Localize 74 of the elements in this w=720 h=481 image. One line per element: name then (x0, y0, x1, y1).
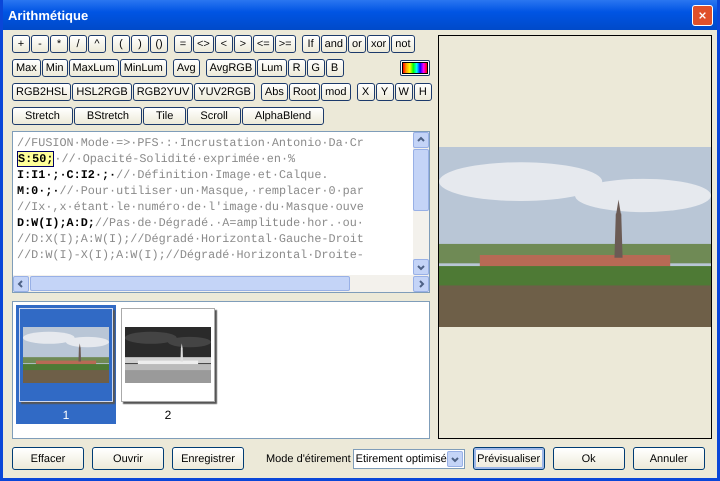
code-line: //Ix·,x·étant·le·numéro·de·l'image·du·Masque·ouve (17, 199, 365, 215)
operator-button[interactable]: Tile (143, 107, 186, 125)
operator-button[interactable]: W (394, 83, 413, 101)
operator-button[interactable]: Max (12, 59, 41, 77)
operator-button[interactable]: BStretch (74, 107, 142, 125)
action-button[interactable]: Enregistrer (172, 447, 244, 470)
formula-editor[interactable] (12, 131, 430, 293)
operator-button[interactable]: not (391, 35, 415, 53)
operator-button[interactable]: / (69, 35, 87, 53)
operator-button[interactable]: B (326, 59, 344, 77)
scrollbar-thumb[interactable] (413, 149, 429, 211)
operator-button[interactable]: RGB2HSL (12, 83, 72, 101)
operator-button[interactable]: Root (288, 83, 320, 101)
operator-button[interactable]: R (288, 59, 306, 77)
code-line: M:0·;·//·Pour·utiliser·un·Masque,·remplacer·0·par (17, 183, 365, 199)
operator-button[interactable]: If (302, 35, 320, 53)
close-button[interactable] (692, 4, 713, 26)
close-icon (699, 10, 706, 20)
operator-button[interactable]: * (50, 35, 68, 53)
dialog-button[interactable]: Prévisualiser (472, 447, 545, 470)
operator-button[interactable]: mod (321, 83, 350, 101)
operator-button[interactable]: Scroll (187, 107, 241, 125)
operator-button[interactable]: xor (366, 35, 390, 53)
operator-button[interactable]: X (356, 83, 374, 101)
operator-button[interactable]: ^ (88, 35, 106, 53)
operator-button[interactable]: Abs (260, 83, 288, 101)
operator-button[interactable]: H (414, 83, 432, 101)
code-line: S:50;·//·Opacité-Solidité·exprimée·en·% (17, 151, 296, 167)
scroll-right-button[interactable] (413, 276, 429, 292)
operator-button[interactable]: Stretch (12, 107, 73, 125)
operator-button[interactable]: YUV2RGB (194, 83, 255, 101)
code-line: //FUSION·Mode·=>·PFS·:·Incrustation·Antonio·Da·Cr (17, 135, 365, 151)
operator-button[interactable]: > (234, 35, 252, 53)
scroll-down-button[interactable] (413, 259, 429, 275)
code-line: //D:X(I);A:W(I);//Dégradé·Horizontal·Gauche-Droit (17, 231, 365, 247)
code-line: //D:W(I)-X(I);A:W(I);//Dégradé·Horizontal·Droite- (17, 247, 365, 263)
scrollbar-thumb[interactable] (30, 276, 350, 291)
operator-button[interactable]: Lum (257, 59, 287, 77)
operator-button[interactable]: ) (131, 35, 149, 53)
color-palette-button[interactable] (400, 60, 430, 76)
operator-button[interactable]: >= (274, 35, 296, 53)
operator-button[interactable]: = (174, 35, 192, 53)
stretch-mode-label: Mode d'étirement (266, 452, 351, 464)
window-title: Arithmétique (8, 8, 88, 22)
operator-button[interactable]: MinLum (120, 59, 167, 77)
dialog-button[interactable]: Annuler (632, 447, 705, 470)
scroll-left-button[interactable] (13, 276, 29, 292)
code-line: D:W(I);A:D;//Pas·de·Dégradé.·A=amplitude·hor.·ou· (17, 215, 365, 231)
image-thumbnail[interactable]: 1 (16, 305, 116, 424)
code-line: I:I1·;·C:I2·;·//·Définition·Image·et·Calque. (17, 167, 330, 183)
operator-button[interactable]: or (348, 35, 366, 53)
operator-button[interactable]: AvgRGB (206, 59, 256, 77)
operator-button[interactable]: () (150, 35, 168, 53)
operator-button[interactable]: <> (193, 35, 214, 53)
operator-button[interactable]: Min (42, 59, 68, 77)
dialog-button[interactable]: Ok (552, 447, 625, 470)
scroll-up-button[interactable] (413, 132, 429, 148)
action-button[interactable]: Ouvrir (92, 447, 164, 470)
operator-button[interactable]: RGB2YUV (132, 83, 194, 101)
operator-button[interactable]: - (31, 35, 49, 53)
operator-button[interactable]: HSL2RGB (72, 83, 132, 101)
operator-button[interactable]: ( (112, 35, 130, 53)
stretch-mode-dropdown[interactable]: Etirement optimisé (352, 448, 465, 468)
operator-button[interactable]: and (320, 35, 347, 53)
operator-button[interactable]: AlphaBlend (242, 107, 324, 125)
operator-button[interactable]: MaxLum (68, 59, 119, 77)
spectrum-icon (402, 62, 428, 74)
operator-button[interactable]: < (214, 35, 233, 53)
operator-button[interactable]: <= (252, 35, 274, 53)
action-button[interactable]: Effacer (12, 447, 84, 470)
operator-button[interactable]: + (12, 35, 30, 53)
operator-button[interactable]: G (306, 59, 325, 77)
operator-button[interactable]: Y (376, 83, 394, 101)
operator-button[interactable]: Avg (172, 59, 200, 77)
